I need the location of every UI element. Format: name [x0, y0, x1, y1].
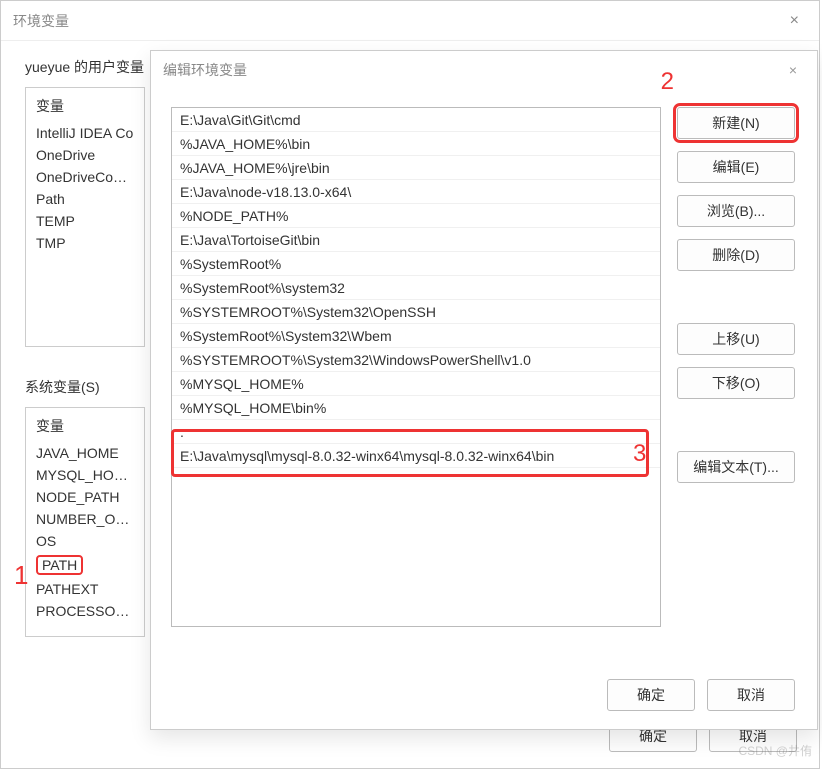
path-entry[interactable]: %SYSTEMROOT%\System32\WindowsPowerShell\… [172, 348, 660, 372]
user-var-row[interactable]: Path [36, 188, 134, 210]
path-entry[interactable]: %MYSQL_HOME\bin% [172, 396, 660, 420]
ok-button[interactable]: 确定 [607, 679, 695, 711]
path-entry[interactable]: E:\Java\node-v18.13.0-x64\ [172, 180, 660, 204]
cancel-button[interactable]: 取消 [707, 679, 795, 711]
path-entry[interactable]: E:\Java\Git\Git\cmd [172, 108, 660, 132]
system-var-row[interactable]: JAVA_HOME [36, 442, 134, 464]
edit-body: E:\Java\Git\Git\cmd %JAVA_HOME%\bin %JAV… [151, 89, 817, 637]
close-icon[interactable]: × [781, 58, 805, 82]
edit-env-var-dialog: 编辑环境变量 × E:\Java\Git\Git\cmd %JAVA_HOME%… [150, 50, 818, 730]
path-entry[interactable]: E:\Java\TortoiseGit\bin [172, 228, 660, 252]
user-var-row[interactable]: TMP [36, 232, 134, 254]
system-vars-list[interactable]: 变量 JAVA_HOME MYSQL_HOME NODE_PATH NUMBER… [25, 407, 145, 637]
path-entry[interactable]: %SystemRoot%\System32\Wbem [172, 324, 660, 348]
edit-titlebar: 编辑环境变量 × [151, 51, 817, 89]
close-icon[interactable]: × [782, 8, 807, 34]
edit-text-button[interactable]: 编辑文本(T)... [677, 451, 795, 483]
system-var-row-path[interactable]: PATH [36, 552, 134, 578]
env-vars-title: 环境变量 [13, 11, 69, 31]
path-entry[interactable]: %JAVA_HOME%\bin [172, 132, 660, 156]
system-var-row[interactable]: NUMBER_OF_P [36, 508, 134, 530]
delete-button[interactable]: 删除(D) [677, 239, 795, 271]
user-var-row[interactable]: OneDriveConsu [36, 166, 134, 188]
user-var-row[interactable]: TEMP [36, 210, 134, 232]
watermark: CSDN @井侑 [738, 742, 812, 759]
annotation-2: 2 [661, 68, 674, 96]
path-entry[interactable]: . [172, 420, 660, 444]
move-down-button[interactable]: 下移(O) [677, 367, 795, 399]
path-entry[interactable]: %SystemRoot%\system32 [172, 276, 660, 300]
user-var-row[interactable]: OneDrive [36, 144, 134, 166]
path-highlight: PATH [36, 555, 83, 575]
user-vars-list[interactable]: 变量 IntelliJ IDEA Co OneDrive OneDriveCon… [25, 87, 145, 347]
path-entry[interactable]: %MYSQL_HOME% [172, 372, 660, 396]
system-var-row[interactable]: NODE_PATH [36, 486, 134, 508]
path-entry[interactable]: E:\Java\mysql\mysql-8.0.32-winx64\mysql-… [172, 444, 660, 468]
edit-bottom-buttons: 确定 取消 [607, 679, 795, 711]
path-entry[interactable]: %NODE_PATH% [172, 204, 660, 228]
annotation-3: 3 [633, 440, 646, 468]
path-entry[interactable]: %SystemRoot% [172, 252, 660, 276]
column-header-variable: 变量 [36, 96, 134, 116]
path-entries-list[interactable]: E:\Java\Git\Git\cmd %JAVA_HOME%\bin %JAV… [171, 107, 661, 627]
new-button[interactable]: 新建(N) [677, 107, 795, 139]
move-up-button[interactable]: 上移(U) [677, 323, 795, 355]
system-var-row[interactable]: PATHEXT [36, 578, 134, 600]
system-var-row[interactable]: MYSQL_HOME [36, 464, 134, 486]
edit-button[interactable]: 编辑(E) [677, 151, 795, 183]
edit-dialog-title: 编辑环境变量 [163, 60, 247, 80]
path-entry[interactable]: %JAVA_HOME%\jre\bin [172, 156, 660, 180]
column-header-variable: 变量 [36, 416, 134, 436]
system-var-row[interactable]: PROCESSOR_A [36, 600, 134, 622]
env-vars-titlebar: 环境变量 × [1, 1, 819, 41]
user-var-row[interactable]: IntelliJ IDEA Co [36, 122, 134, 144]
side-buttons: 新建(N) 编辑(E) 浏览(B)... 删除(D) 上移(U) 下移(O) 编… [677, 107, 795, 627]
browse-button[interactable]: 浏览(B)... [677, 195, 795, 227]
path-entry[interactable]: %SYSTEMROOT%\System32\OpenSSH [172, 300, 660, 324]
annotation-1: 1 [14, 560, 28, 591]
system-var-row[interactable]: OS [36, 530, 134, 552]
